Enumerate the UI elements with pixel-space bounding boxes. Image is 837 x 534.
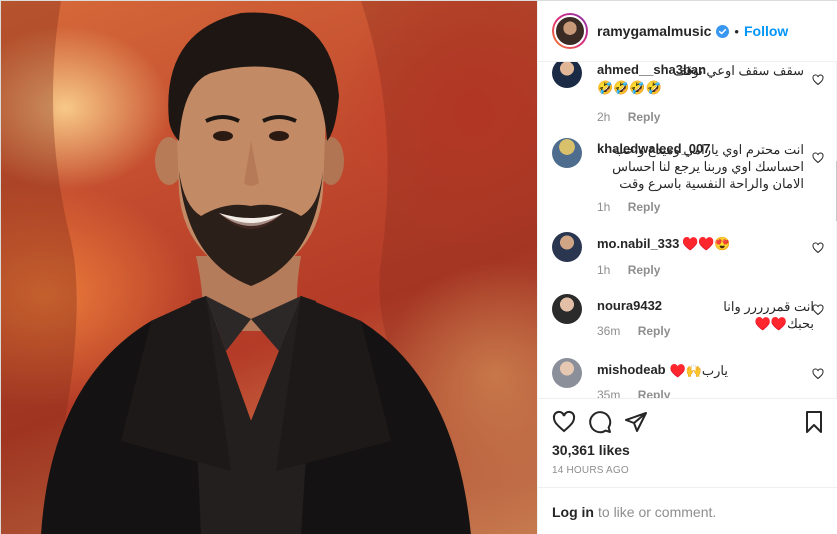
post-actions: 30,361 likes 14 HOURS AGO bbox=[538, 398, 837, 487]
comment-meta: 36m Reply bbox=[597, 324, 684, 338]
commenter-avatar[interactable] bbox=[552, 358, 582, 388]
save-bookmark-icon[interactable] bbox=[802, 410, 826, 434]
author-avatar[interactable] bbox=[552, 13, 588, 49]
comments-list[interactable]: سقف سقف اوعي توقف ahmed__sha3ban 🤣🤣🤣🤣 2h… bbox=[538, 62, 837, 398]
like-comment-heart-icon[interactable] bbox=[812, 304, 824, 316]
login-prompt: Log in to like or comment. bbox=[538, 487, 837, 534]
post-timestamp: 14 HOURS AGO bbox=[552, 465, 629, 476]
like-heart-icon[interactable] bbox=[552, 410, 576, 434]
comment-meta: 1h Reply bbox=[597, 200, 674, 214]
follow-button[interactable]: Follow bbox=[744, 23, 788, 39]
post-header: ramygamalmusic • Follow bbox=[538, 1, 837, 62]
commenter-avatar[interactable] bbox=[552, 138, 582, 168]
instagram-post-modal: ramygamalmusic • Follow سقف سقف اوعي توق… bbox=[0, 0, 837, 534]
commenter-username[interactable]: mishodeab bbox=[597, 362, 666, 377]
share-paper-plane-icon[interactable] bbox=[624, 410, 648, 434]
comment-text: ♥️♥️😍 bbox=[682, 236, 731, 251]
like-comment-heart-icon[interactable] bbox=[812, 242, 824, 254]
like-comment-heart-icon[interactable] bbox=[812, 152, 824, 164]
reply-button[interactable]: Reply bbox=[638, 388, 671, 398]
post-photo-illustration bbox=[1, 1, 537, 534]
post-sidebar: ramygamalmusic • Follow سقف سقف اوعي توق… bbox=[537, 1, 837, 534]
author-username[interactable]: ramygamalmusic bbox=[597, 23, 711, 39]
comment-meta: 2h Reply bbox=[597, 110, 674, 124]
verified-badge-icon bbox=[716, 24, 730, 38]
comment-text: انت محترم اوي يارامي وميدع واحب احساسك ا… bbox=[612, 142, 804, 191]
like-comment-heart-icon[interactable] bbox=[812, 74, 824, 86]
comment-text: انت قمررررر وانا بحبك♥️♥️ bbox=[723, 299, 814, 331]
reply-button[interactable]: Reply bbox=[628, 110, 661, 124]
post-photo[interactable] bbox=[1, 1, 537, 534]
comment-time: 36m bbox=[597, 324, 621, 338]
comment-time: 1h bbox=[597, 263, 611, 277]
likes-count[interactable]: 30,361 likes bbox=[552, 442, 630, 458]
commenter-avatar[interactable] bbox=[552, 294, 582, 324]
comment-bubble-icon[interactable] bbox=[588, 410, 612, 434]
comment-time: 35m bbox=[597, 388, 621, 398]
comment-emoji: 🤣🤣🤣🤣 bbox=[597, 80, 662, 95]
comment-meta: 1h Reply bbox=[597, 263, 674, 277]
reply-button[interactable]: Reply bbox=[638, 324, 671, 338]
login-prompt-text: to like or comment. bbox=[598, 503, 717, 520]
commenter-username[interactable]: noura9432 bbox=[597, 298, 662, 313]
comment-text: يارب🙌♥️ bbox=[669, 363, 728, 378]
commenter-username[interactable]: mo.nabil_333 bbox=[597, 236, 679, 251]
comment-meta: 35m Reply bbox=[597, 388, 684, 398]
comment-time: 2h bbox=[597, 110, 611, 124]
login-link[interactable]: Log in bbox=[552, 504, 594, 520]
header-separator: • bbox=[734, 23, 739, 39]
commenter-username[interactable]: ahmed__sha3ban bbox=[597, 62, 706, 77]
reply-button[interactable]: Reply bbox=[628, 200, 661, 214]
commenter-avatar[interactable] bbox=[552, 232, 582, 262]
comment-time: 1h bbox=[597, 200, 611, 214]
reply-button[interactable]: Reply bbox=[628, 263, 661, 277]
like-comment-heart-icon[interactable] bbox=[812, 368, 824, 380]
commenter-avatar[interactable] bbox=[552, 62, 582, 88]
